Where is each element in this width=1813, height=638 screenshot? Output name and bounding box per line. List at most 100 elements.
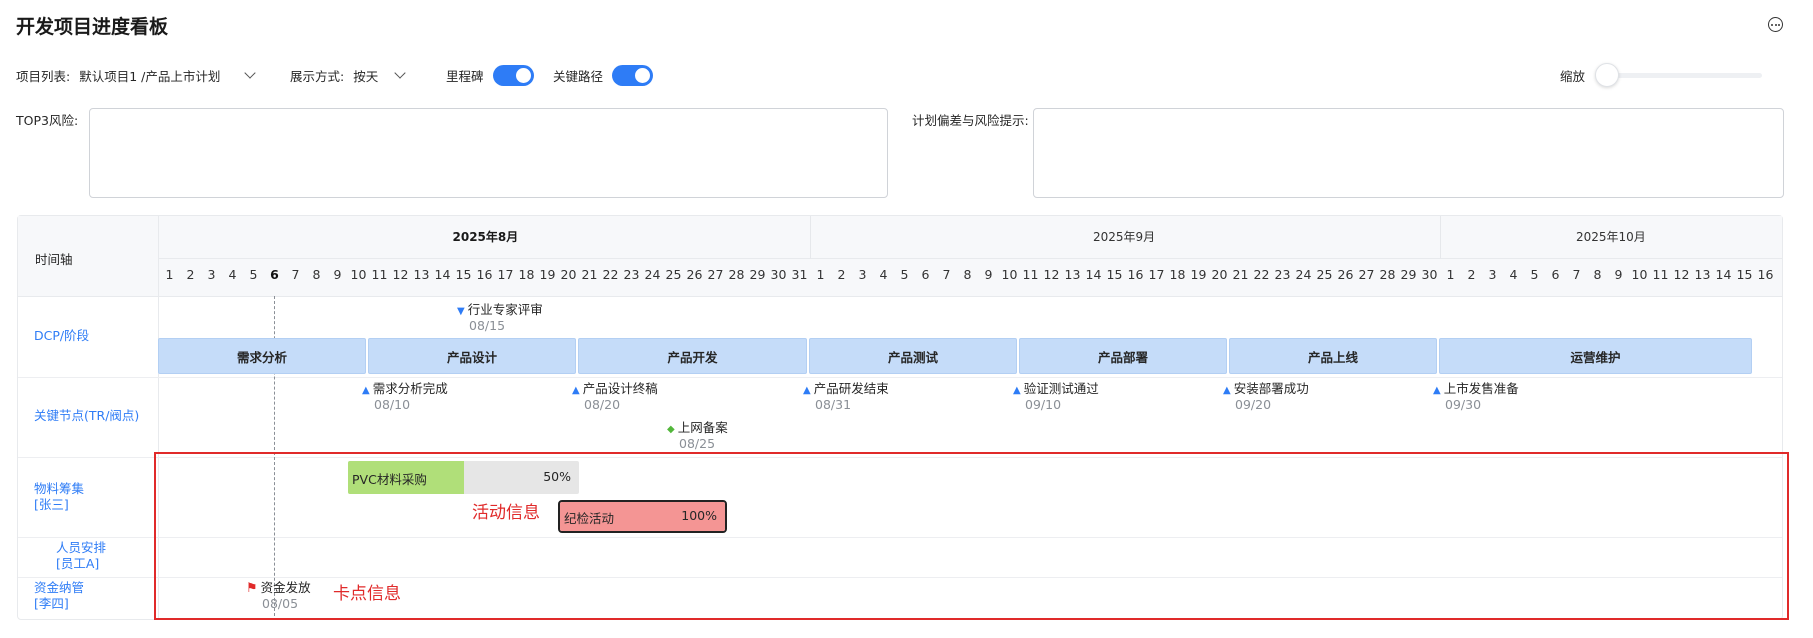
phase-bar[interactable]: 产品开发 — [578, 338, 807, 374]
dcp-milestone-label: 行业专家评审 — [467, 302, 543, 317]
key-node-date: 09/10 — [1025, 397, 1062, 412]
day-tick-label: 6 — [1551, 267, 1560, 282]
phase-bar[interactable]: 产品部署 — [1019, 338, 1227, 374]
day-tick-label: 12 — [1673, 267, 1690, 282]
day-tick-label: 17 — [497, 267, 514, 282]
month-divider — [159, 258, 1782, 259]
day-tick-label: 13 — [1694, 267, 1711, 282]
day-tick-label: 9 — [1614, 267, 1623, 282]
day-tick-label: 22 — [602, 267, 619, 282]
display-mode-selector[interactable]: 展示方式: 按天 — [290, 64, 406, 86]
phase-bar[interactable]: 产品测试 — [809, 338, 1017, 374]
critical-path-toggle[interactable] — [612, 64, 654, 86]
deviation-risk-input[interactable] — [1033, 108, 1784, 198]
row-label-funding-owner: [李四] — [34, 596, 69, 611]
triangle-up-icon: ▲ — [1223, 385, 1231, 396]
day-tick-label: 27 — [707, 267, 724, 282]
critical-path-toggle-label: 关键路径 — [553, 68, 604, 84]
phase-bar[interactable]: 需求分析 — [158, 338, 366, 374]
triangle-up-icon: ▲ — [572, 385, 580, 396]
day-tick-label: 2 — [1467, 267, 1476, 282]
day-tick-label: 14 — [1715, 267, 1732, 282]
day-tick-label: 12 — [392, 267, 409, 282]
chevron-down-icon[interactable] — [394, 66, 406, 79]
extra-node-label: 上网备案 — [677, 420, 728, 435]
row-divider — [18, 377, 1782, 378]
day-tick-label: 20 — [560, 267, 577, 282]
diamond-icon: ◆ — [667, 424, 675, 435]
day-tick-label: 25 — [1316, 267, 1333, 282]
zoom-slider-thumb[interactable] — [1595, 63, 1619, 87]
project-list-label: 项目列表: — [16, 68, 71, 84]
day-tick-label: 19 — [539, 267, 556, 282]
day-tick-label: 21 — [1232, 267, 1249, 282]
row-label-materials-owner: [张三] — [34, 497, 69, 512]
day-tick-label: 15 — [1736, 267, 1753, 282]
day-tick-label: 14 — [434, 267, 451, 282]
key-node-label: 安装部署成功 — [1233, 381, 1309, 396]
more-options-icon[interactable] — [1768, 17, 1783, 32]
row-label-materials[interactable]: 物料筹集 [张三] — [34, 481, 84, 513]
day-tick-label: 5 — [249, 267, 258, 282]
key-node-label: 产品设计终稿 — [582, 381, 658, 396]
month-label: 2025年8月 — [452, 230, 519, 244]
chevron-down-icon[interactable] — [244, 66, 257, 79]
key-node-label: 上市发售准备 — [1443, 381, 1519, 396]
day-tick-label: 21 — [581, 267, 598, 282]
top3-risk-input[interactable] — [89, 108, 888, 198]
day-tick-label: 11 — [1652, 267, 1669, 282]
day-tick-label: 22 — [1253, 267, 1270, 282]
day-tick-label: 4 — [1509, 267, 1518, 282]
day-tick-label: 16 — [1127, 267, 1144, 282]
day-tick-label: 29 — [749, 267, 766, 282]
day-tick-label: 3 — [1488, 267, 1497, 282]
extra-node-date: 08/25 — [679, 436, 716, 451]
day-tick-label: 12 — [1043, 267, 1060, 282]
phase-bar[interactable]: 产品上线 — [1229, 338, 1437, 374]
day-tick-label: 11 — [1022, 267, 1039, 282]
row-label-staffing-owner: [员工A] — [56, 556, 100, 571]
zoom-label: 缩放 — [1560, 68, 1586, 84]
deviation-risk-label: 计划偏差与风险提示: — [912, 113, 1029, 128]
project-list-value[interactable]: 默认项目1 /产品上市计划 — [79, 66, 220, 85]
timeline-axis-label: 时间轴 — [35, 252, 73, 267]
day-tick-label: 15 — [1106, 267, 1123, 282]
project-selector[interactable]: 项目列表: 默认项目1 /产品上市计划 — [16, 64, 257, 86]
triangle-down-icon: ▼ — [457, 306, 465, 317]
row-label-key-nodes[interactable]: 关键节点(TR/阀点) — [34, 408, 139, 424]
phase-bar[interactable]: 产品设计 — [368, 338, 576, 374]
row-label-staffing[interactable]: 人员安排 [员工A] — [56, 540, 106, 572]
day-tick-label: 28 — [728, 267, 745, 282]
day-tick-label: 4 — [879, 267, 888, 282]
key-node-date: 08/31 — [815, 397, 852, 412]
day-tick-label: 7 — [291, 267, 300, 282]
triangle-up-icon: ▲ — [1013, 385, 1021, 396]
highlight-frame — [154, 452, 1789, 620]
month-label: 2025年10月 — [1576, 230, 1646, 244]
day-tick-label: 10 — [350, 267, 367, 282]
day-tick-label: 8 — [312, 267, 321, 282]
key-node-label: 需求分析完成 — [372, 381, 448, 396]
day-tick-label: 24 — [644, 267, 661, 282]
milestone-toggle[interactable] — [492, 64, 534, 86]
day-tick-label: 13 — [413, 267, 430, 282]
row-label-funding[interactable]: 资金纳管 [李四] — [34, 580, 84, 612]
day-tick-label: 28 — [1379, 267, 1396, 282]
row-label-funding-title: 资金纳管 — [34, 580, 85, 595]
display-mode-value[interactable]: 按天 — [353, 66, 378, 85]
day-tick-label: 2 — [186, 267, 195, 282]
day-tick-label: 5 — [900, 267, 909, 282]
day-tick-label: 30 — [770, 267, 787, 282]
day-tick-label: 6 — [270, 267, 279, 282]
day-tick-label: 3 — [207, 267, 216, 282]
key-node-date: 09/20 — [1235, 397, 1272, 412]
zoom-slider-track[interactable] — [1600, 73, 1762, 78]
phase-bar[interactable]: 运营维护 — [1439, 338, 1752, 374]
day-tick-label: 24 — [1295, 267, 1312, 282]
top3-risk-label: TOP3风险: — [16, 113, 79, 128]
day-tick-label: 11 — [371, 267, 388, 282]
day-tick-label: 31 — [791, 267, 808, 282]
row-label-dcp[interactable]: DCP/阶段 — [34, 328, 89, 344]
day-tick-label: 5 — [1530, 267, 1539, 282]
day-tick-label: 1 — [165, 267, 174, 282]
